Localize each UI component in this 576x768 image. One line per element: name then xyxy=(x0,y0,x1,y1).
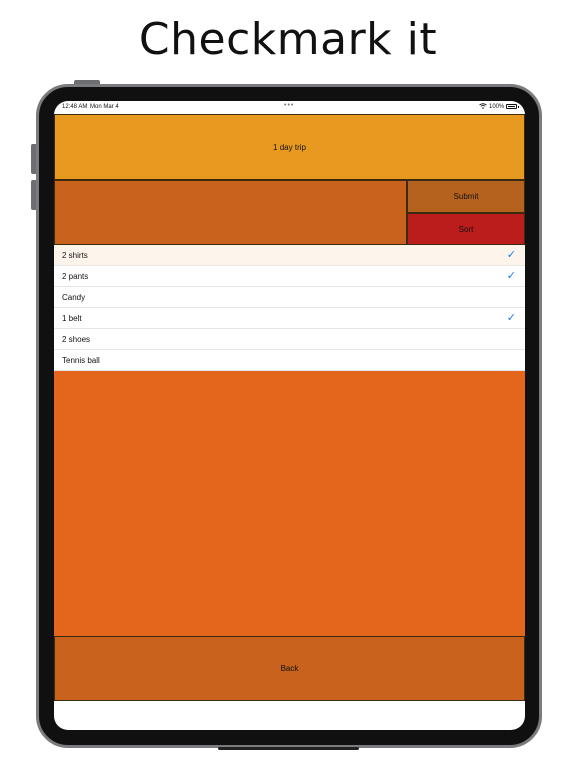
promo-headline: Checkmark it xyxy=(138,14,438,65)
battery-percentage: 100% xyxy=(489,104,505,110)
sort-button-label: Sort xyxy=(458,224,474,234)
submit-button-label: Submit xyxy=(453,192,479,201)
app-screen: 12:48 AM Mon Mar 4 ••• 100% 1 day trip S… xyxy=(54,101,525,730)
status-bar: 12:48 AM Mon Mar 4 ••• 100% xyxy=(54,101,525,114)
list-item-1-belt[interactable]: 1 belt ✓ xyxy=(54,308,525,329)
list-item-label: 2 shirts xyxy=(62,251,88,260)
list-item-label: 2 shoes xyxy=(62,335,91,344)
list-title-bar: 1 day trip xyxy=(54,114,525,180)
multitasking-dots: ••• xyxy=(284,102,295,109)
list-item-label: Candy xyxy=(62,293,86,302)
checkmark-icon: ✓ xyxy=(506,312,516,324)
back-button-label: Back xyxy=(280,664,299,673)
status-date: Mon Mar 4 xyxy=(90,104,119,110)
wifi-icon xyxy=(479,103,487,109)
empty-content-area xyxy=(54,371,525,636)
home-indicator[interactable] xyxy=(218,747,359,750)
status-time: 12:48 AM xyxy=(62,104,88,110)
checkmark-icon: ✓ xyxy=(506,270,516,282)
checkmark-icon: ✓ xyxy=(506,249,516,261)
submit-button[interactable]: Submit xyxy=(407,180,525,213)
battery-icon xyxy=(506,104,519,109)
list-item-2-shoes[interactable]: 2 shoes xyxy=(54,329,525,350)
list-title: 1 day trip xyxy=(273,142,306,152)
list-item-2-pants[interactable]: 2 pants ✓ xyxy=(54,266,525,287)
back-button[interactable]: Back xyxy=(54,636,525,701)
list-item-tennis-ball[interactable]: Tennis ball xyxy=(54,350,525,371)
sort-button[interactable]: Sort xyxy=(407,213,525,245)
list-item-label: 2 pants xyxy=(62,272,89,281)
list-item-2-shirts[interactable]: 2 shirts ✓ xyxy=(54,245,525,266)
checklist: 2 shirts ✓ 2 pants ✓ Candy 1 belt ✓ 2 sh… xyxy=(54,245,525,371)
list-item-candy[interactable]: Candy xyxy=(54,287,525,308)
list-item-label: 1 belt xyxy=(62,314,82,323)
item-input-field[interactable] xyxy=(54,180,407,245)
list-item-label: Tennis ball xyxy=(62,356,100,365)
